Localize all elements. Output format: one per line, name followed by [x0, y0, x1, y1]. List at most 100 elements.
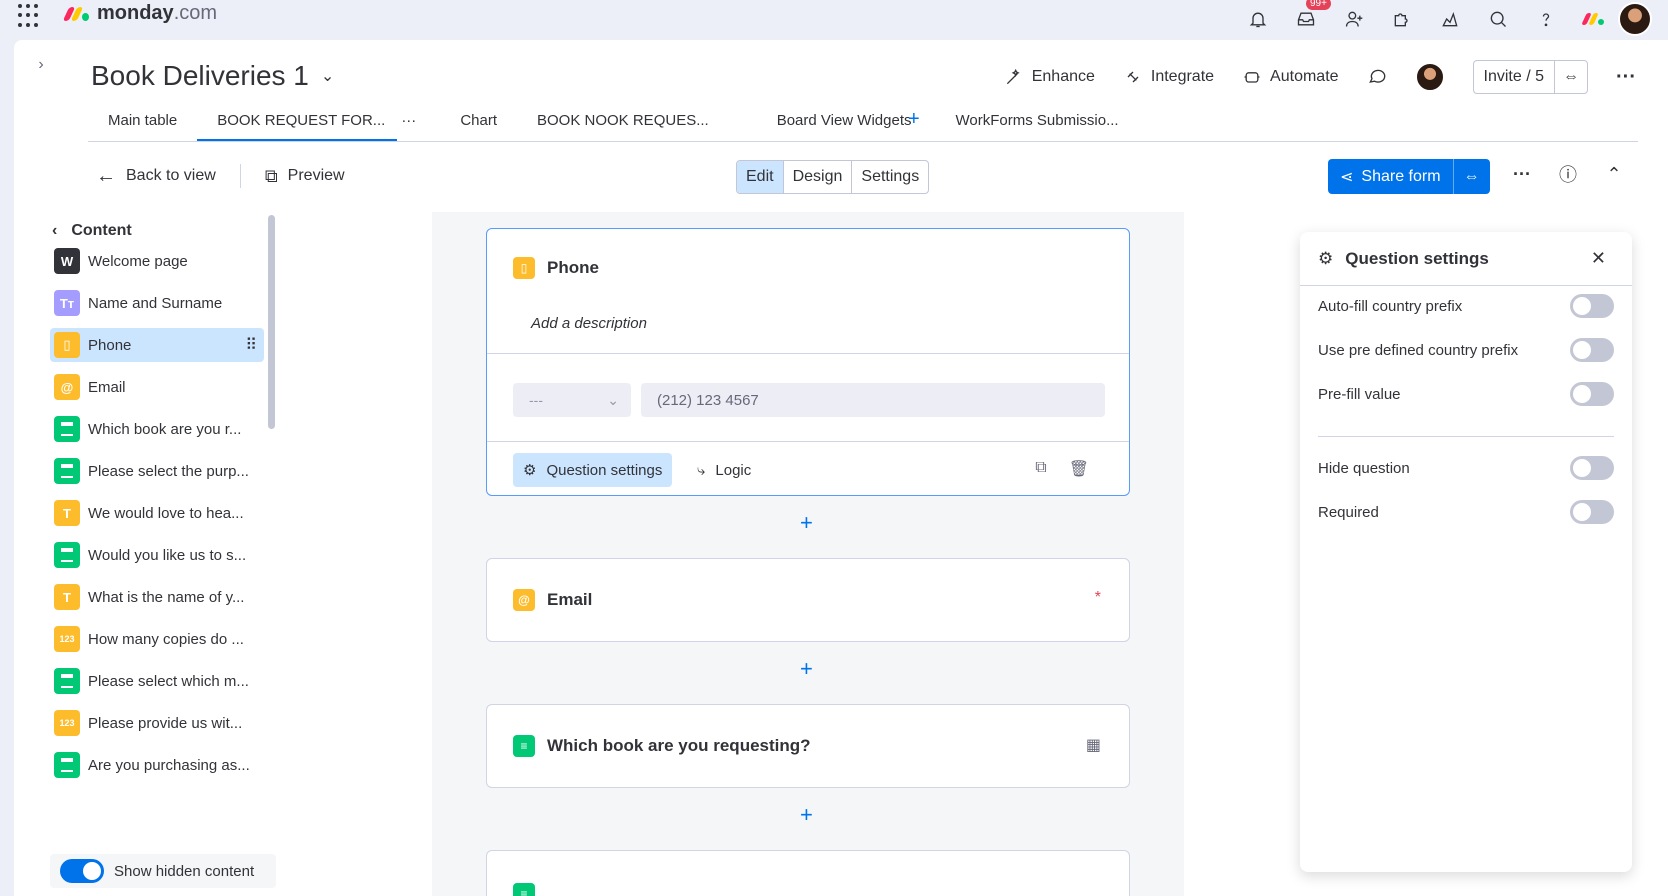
more-options-icon[interactable]: ···	[1510, 162, 1534, 186]
logic-button[interactable]: ⤷ Logic	[697, 453, 751, 487]
card-divider	[487, 441, 1129, 442]
board-column-icon[interactable]: ▦	[1086, 735, 1101, 755]
board-title[interactable]: Book Deliveries 1 ⌄	[91, 60, 334, 92]
sidebar-item-how-many-copies[interactable]: 123 How many copies do ...	[50, 622, 264, 656]
question-card-email[interactable]: @ Email *	[486, 558, 1130, 642]
tab-workforms-submissions[interactable]: WorkForms Submissio...	[936, 108, 1147, 141]
question-description[interactable]: Add a description	[531, 315, 647, 332]
chevron-down-icon[interactable]: ⌄	[321, 66, 334, 86]
content-sidebar: ‹ Content W Welcome page Tт Name and Surna…	[44, 212, 284, 896]
sidebar-scrollbar[interactable]	[268, 215, 275, 429]
preview-button[interactable]: ⧉ Preview	[257, 166, 353, 187]
text-t-icon: T	[54, 584, 80, 610]
search-icon[interactable]	[1474, 3, 1522, 35]
question-title[interactable]: ▯ Phone	[513, 257, 599, 279]
dropdown-list-icon	[54, 416, 80, 442]
share-form-button[interactable]: ⋖ Share form ⇔	[1328, 159, 1490, 194]
automate-button[interactable]: Automate	[1242, 67, 1339, 87]
content-header[interactable]: ‹ Content	[52, 222, 132, 240]
monday-logo-mark	[62, 6, 89, 21]
question-card-which-book[interactable]: ≡ Which book are you requesting? ▦	[486, 704, 1130, 788]
tab-book-request-form[interactable]: BOOK REQUEST FOR...	[197, 108, 398, 141]
copy-link-icon[interactable]: ⇔	[1554, 61, 1587, 93]
show-hidden-content-toggle[interactable]: Show hidden content	[50, 854, 276, 888]
user-avatar[interactable]	[1618, 2, 1652, 36]
phone-icon: ▯	[54, 332, 80, 358]
expand-sidebar-chevron-icon[interactable]: ›	[28, 52, 54, 78]
settings-mode-button[interactable]: Settings	[852, 161, 928, 193]
add-question-plus-icon[interactable]: +	[800, 802, 813, 828]
dropdown-list-icon	[54, 542, 80, 568]
top-icons: 99+	[1234, 0, 1652, 36]
tab-main-table[interactable]: Main table	[88, 108, 197, 141]
toggle-switch-off[interactable]	[1570, 500, 1614, 524]
sidebar-item-email[interactable]: @ Email	[50, 370, 264, 404]
sidebar-item-phone[interactable]: ▯ Phone ⠿	[50, 328, 264, 362]
sidebar-item-select-purpose[interactable]: Please select the purp...	[50, 454, 264, 488]
question-card-next[interactable]: ≡	[486, 850, 1130, 896]
sidebar-item-love-to-hear[interactable]: T We would love to hea...	[50, 496, 264, 530]
tab-book-nook-request[interactable]: BOOK NOOK REQUES...	[517, 108, 757, 141]
back-to-view-button[interactable]: ← Back to view	[88, 165, 224, 188]
toggle-switch-off[interactable]	[1570, 382, 1614, 406]
duplicate-icon[interactable]: ⧉	[1035, 459, 1046, 479]
question-title[interactable]: ≡ Which book are you requesting?	[513, 735, 811, 757]
design-mode-button[interactable]: Design	[784, 161, 853, 193]
invite-button[interactable]: Invite / 5 ⇔	[1472, 60, 1589, 94]
toggle-switch-on[interactable]	[60, 859, 104, 883]
toggle-switch-off[interactable]	[1570, 294, 1614, 318]
apps-grid-icon[interactable]	[18, 4, 42, 28]
sidebar-item-name-and-surname[interactable]: Tт Name and Surname	[50, 286, 264, 320]
monday-switcher-icon[interactable]	[1570, 3, 1618, 35]
tab-options-icon[interactable]: ···	[397, 108, 440, 141]
inbox-icon[interactable]: 99+	[1282, 0, 1331, 35]
tab-chart[interactable]: Chart	[440, 108, 517, 141]
board-member-avatar[interactable]	[1414, 62, 1445, 92]
monday-logo[interactable]: monday .com	[62, 2, 217, 25]
sidebar-item-name-of[interactable]: T What is the name of y...	[50, 580, 264, 614]
integrate-button[interactable]: Integrate	[1123, 67, 1214, 87]
collapse-chevron-up-icon[interactable]: ⌃	[1602, 162, 1626, 186]
apps-puzzle-icon[interactable]	[1378, 3, 1426, 35]
sidebar-item-would-you-like[interactable]: Would you like us to s...	[50, 538, 264, 572]
email-at-icon: @	[54, 374, 80, 400]
marketplace-icon[interactable]	[1426, 3, 1474, 35]
setting-pre-fill-value: Pre-fill value	[1318, 382, 1614, 406]
bell-icon[interactable]	[1234, 3, 1282, 35]
invite-members-icon[interactable]	[1330, 3, 1378, 35]
question-settings-button[interactable]: ⚙ Question settings	[513, 453, 673, 487]
updates-comment-icon[interactable]	[1367, 67, 1387, 87]
toolbar-right-icons: ··· ⓘ ⌃	[1510, 162, 1626, 186]
sidebar-item-welcome-page[interactable]: W Welcome page	[50, 244, 264, 278]
info-icon[interactable]: ⓘ	[1556, 162, 1580, 186]
add-question-plus-icon[interactable]: +	[800, 510, 813, 536]
question-card-phone[interactable]: ▯ Phone Add a description --- ⌄ (212) 12…	[486, 228, 1130, 496]
edit-mode-switcher: Edit Design Settings	[736, 160, 930, 194]
more-options-icon[interactable]: ···	[1616, 66, 1636, 89]
text-type-icon: Tт	[54, 290, 80, 316]
chevron-left-icon[interactable]: ‹	[52, 222, 57, 240]
enhance-button[interactable]: Enhance	[1004, 67, 1095, 87]
share-link-icon[interactable]: ⇔	[1452, 159, 1490, 194]
sidebar-item-purchasing-as[interactable]: Are you purchasing as...	[50, 748, 264, 782]
close-icon[interactable]: ✕	[1591, 248, 1606, 269]
question-title[interactable]: @ Email	[513, 589, 592, 611]
gear-icon: ⚙	[1318, 248, 1334, 268]
toggle-switch-off[interactable]	[1570, 456, 1614, 480]
add-question-plus-icon[interactable]: +	[800, 656, 813, 682]
help-icon[interactable]	[1522, 3, 1570, 35]
question-settings-header: ⚙ Question settings ✕	[1300, 232, 1632, 286]
country-prefix-select[interactable]: --- ⌄	[513, 383, 631, 417]
sidebar-item-which-book[interactable]: Which book are you r...	[50, 412, 264, 446]
toggle-switch-off[interactable]	[1570, 338, 1614, 362]
sidebar-item-provide-us[interactable]: 123 Please provide us wit...	[50, 706, 264, 740]
external-link-icon: ⧉	[264, 165, 278, 186]
sidebar-item-select-which[interactable]: Please select which m...	[50, 664, 264, 698]
drag-handle-icon[interactable]: ⠿	[245, 335, 257, 355]
question-settings-panel: ⚙ Question settings ✕ Auto-fill country …	[1300, 232, 1632, 872]
edit-mode-button[interactable]: Edit	[737, 161, 784, 193]
trash-icon[interactable]: 🗑	[1069, 459, 1089, 479]
phone-input[interactable]: (212) 123 4567	[641, 383, 1105, 417]
numbers-icon: 123	[54, 626, 80, 652]
add-view-plus-icon[interactable]: +	[888, 108, 940, 141]
